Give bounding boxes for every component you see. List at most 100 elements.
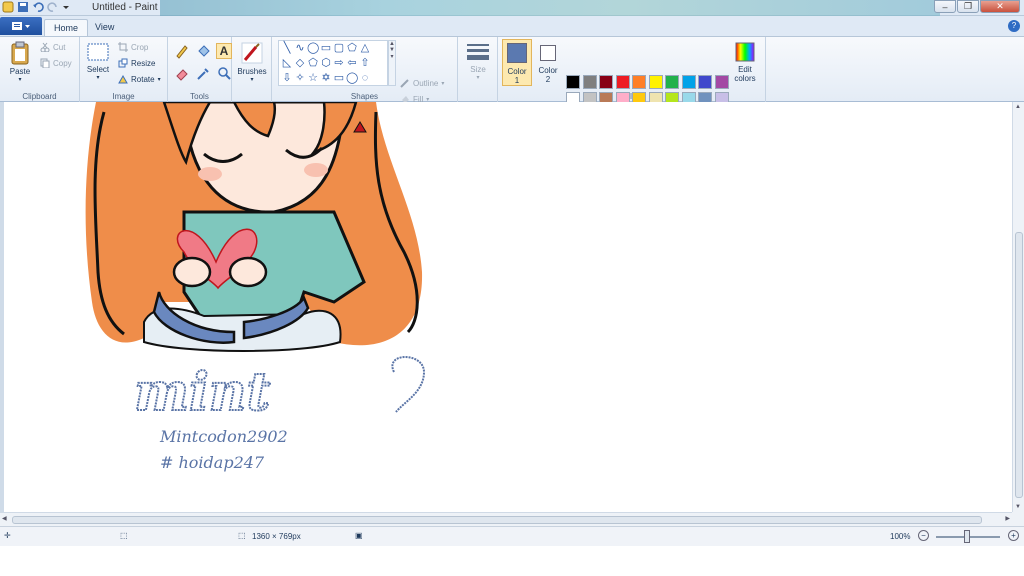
fill-bucket-icon[interactable] bbox=[195, 43, 212, 61]
resize-button[interactable]: Resize bbox=[118, 58, 155, 68]
brushes-button[interactable]: Brushes ▾ bbox=[235, 41, 269, 83]
resize-label: Resize bbox=[131, 58, 156, 68]
zoom-slider-thumb[interactable] bbox=[964, 530, 970, 543]
drawing[interactable]: mint bbox=[4, 102, 1012, 512]
paint-app-icon[interactable] bbox=[2, 1, 14, 13]
horizontal-scrollbar[interactable]: ◀ ▶ bbox=[0, 512, 1012, 526]
image-size-icon: ⬚ bbox=[238, 531, 246, 540]
outline-icon bbox=[400, 78, 410, 88]
rounded-rectangle-shape-icon[interactable]: ▢ bbox=[333, 42, 345, 54]
select-button[interactable]: Select ▾ bbox=[84, 41, 112, 81]
palette-swatch[interactable] bbox=[698, 75, 712, 89]
undo-icon[interactable] bbox=[32, 1, 44, 13]
ribbon-tabs: Home View ? bbox=[0, 16, 1024, 36]
window-controls: – ❐ ✕ bbox=[934, 0, 1020, 13]
palette-swatch[interactable] bbox=[714, 75, 729, 89]
pencil-icon[interactable] bbox=[174, 43, 191, 61]
paste-button[interactable]: Paste ▾ bbox=[6, 41, 34, 83]
tab-home[interactable]: Home bbox=[44, 19, 89, 36]
shapes-scroll[interactable]: ▲ ▼ ▾ bbox=[388, 40, 396, 86]
line-shape-icon[interactable]: ╲ bbox=[281, 42, 293, 54]
right-arrow-shape-icon[interactable]: ⇨ bbox=[333, 57, 345, 69]
palette-swatch[interactable] bbox=[566, 75, 580, 89]
rotate-button[interactable]: Rotate ▾ bbox=[118, 74, 161, 84]
rounded-callout-shape-icon[interactable]: ▭ bbox=[333, 72, 345, 84]
down-arrow-shape-icon[interactable]: ⇩ bbox=[281, 72, 293, 84]
minimize-button[interactable]: – bbox=[934, 0, 956, 13]
file-size-icon: ▣ bbox=[355, 531, 363, 540]
five-point-star-shape-icon[interactable]: ☆ bbox=[307, 72, 319, 84]
brushes-group: Brushes ▾ bbox=[232, 37, 272, 103]
redo-icon[interactable] bbox=[47, 1, 59, 13]
crop-button[interactable]: Crop bbox=[118, 42, 148, 52]
save-icon[interactable] bbox=[17, 1, 29, 13]
color-1-button[interactable]: Color 1 bbox=[502, 39, 532, 86]
left-arrow-shape-icon[interactable]: ⇦ bbox=[346, 57, 358, 69]
tools-grid: A bbox=[174, 43, 233, 83]
vertical-scroll-thumb[interactable] bbox=[1015, 232, 1023, 498]
rectangle-shape-icon[interactable]: ▭ bbox=[320, 42, 332, 54]
restore-button[interactable]: ❐ bbox=[957, 0, 979, 13]
right-triangle-shape-icon[interactable]: ◺ bbox=[281, 57, 293, 69]
edit-colors-label-2: colors bbox=[734, 74, 756, 83]
six-point-star-shape-icon[interactable]: ✡ bbox=[320, 72, 332, 84]
four-point-star-shape-icon[interactable]: ✧ bbox=[294, 72, 306, 84]
zoom-out-button[interactable]: − bbox=[918, 530, 929, 541]
quick-access-toolbar bbox=[2, 1, 74, 13]
scissors-icon bbox=[40, 42, 50, 53]
color-1-number: 1 bbox=[514, 76, 520, 85]
palette-swatch[interactable] bbox=[681, 75, 696, 89]
blank-area bbox=[0, 546, 1024, 576]
canvas-area[interactable]: mint Mintcodon2902 # hoidap247 bbox=[0, 102, 1012, 512]
outline-button[interactable]: Outline ▾ bbox=[400, 78, 444, 88]
vertical-scrollbar[interactable]: ▲ ▼ bbox=[1012, 102, 1024, 512]
copy-label: Copy bbox=[53, 58, 72, 68]
close-button[interactable]: ✕ bbox=[980, 0, 1020, 13]
select-icon bbox=[87, 43, 109, 61]
status-bar: ✛ ⬚ ⬚ 1360 × 769px ▣ 100% − + bbox=[0, 526, 1024, 546]
background-strip bbox=[160, 0, 940, 16]
brushes-label: Brushes bbox=[237, 67, 267, 76]
oval-shape-icon[interactable]: ◯ bbox=[307, 42, 319, 54]
cloud-callout-shape-icon[interactable]: ◌ bbox=[359, 72, 371, 84]
curve-shape-icon[interactable]: ∿ bbox=[294, 42, 306, 54]
diamond-shape-icon[interactable]: ◇ bbox=[294, 57, 306, 69]
color-picker-icon[interactable] bbox=[195, 65, 212, 83]
palette-swatch[interactable] bbox=[615, 75, 630, 89]
palette-swatch[interactable] bbox=[632, 75, 646, 89]
window-title: Untitled - Paint bbox=[92, 2, 158, 13]
magnifier-icon[interactable] bbox=[216, 65, 233, 83]
zoom-level: 100% bbox=[890, 532, 911, 541]
paste-icon bbox=[11, 41, 29, 65]
selection-size-icon: ⬚ bbox=[120, 531, 128, 540]
edit-colors-button[interactable]: Edit colors bbox=[732, 41, 758, 83]
tab-view[interactable]: View bbox=[86, 19, 123, 36]
palette-swatch[interactable] bbox=[582, 75, 597, 89]
cut-label: Cut bbox=[53, 42, 66, 52]
palette-swatch[interactable] bbox=[599, 75, 613, 89]
signature-mint: mint bbox=[134, 362, 271, 423]
palette-swatch[interactable] bbox=[648, 75, 663, 89]
pentagon-shape-icon[interactable]: ⬠ bbox=[307, 57, 319, 69]
up-arrow-shape-icon[interactable]: ⇧ bbox=[359, 57, 371, 69]
clipboard-group-label: Clipboard bbox=[22, 92, 57, 101]
palette-swatch[interactable] bbox=[665, 75, 679, 89]
triangle-shape-icon[interactable]: △ bbox=[359, 42, 371, 54]
zoom-in-button[interactable]: + bbox=[1008, 530, 1019, 541]
copy-button[interactable]: Copy bbox=[40, 58, 72, 69]
cut-button[interactable]: Cut bbox=[40, 42, 66, 53]
file-menu-button[interactable] bbox=[0, 17, 42, 35]
hexagon-shape-icon[interactable]: ⬡ bbox=[320, 57, 332, 69]
polygon-shape-icon[interactable]: ⬠ bbox=[346, 42, 358, 54]
size-button[interactable]: Size ▾ bbox=[464, 41, 492, 81]
horizontal-scroll-thumb[interactable] bbox=[12, 516, 982, 524]
select-label: Select bbox=[86, 65, 110, 74]
outline-label: Outline bbox=[413, 78, 439, 88]
canvas-text-username: Mintcodon2902 bbox=[160, 427, 288, 446]
help-icon[interactable]: ? bbox=[1008, 20, 1020, 32]
eraser-icon[interactable] bbox=[174, 65, 191, 83]
oval-callout-shape-icon[interactable]: ◯ bbox=[346, 72, 358, 84]
customize-dropdown-icon[interactable] bbox=[62, 1, 74, 13]
text-tool-icon[interactable]: A bbox=[216, 43, 232, 59]
color-2-button[interactable]: Color 2 bbox=[534, 39, 562, 86]
